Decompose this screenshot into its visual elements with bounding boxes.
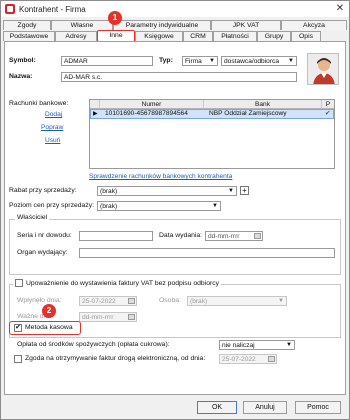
row-numer: 10101690-45678987894564: [105, 110, 188, 117]
oplata-cukrowa-label: Opłata od środków spożywczych (opłata cu…: [17, 341, 170, 348]
chevron-down-icon: ▼: [286, 342, 292, 348]
tab-akcyza[interactable]: Akcyza: [281, 20, 347, 30]
calendar-icon: [128, 298, 135, 304]
tab-crm[interactable]: CRM: [183, 31, 213, 41]
osoba-dropdown: (brak) ▼: [187, 296, 287, 306]
calendar-icon[interactable]: [254, 233, 261, 239]
tab-parametry-indywidualne[interactable]: Parametry indywidualne: [113, 20, 211, 30]
tab-zgody[interactable]: Zgody: [3, 20, 51, 30]
zgoda-efaktury-date-value: 25-07-2022: [222, 356, 256, 363]
zgoda-efaktury-date-field: 25-07-2022: [219, 354, 277, 364]
data-wydania-field[interactable]: dd-mm-rrrr: [205, 231, 263, 241]
row-p-check-icon: ✔: [325, 110, 331, 117]
table-header-bank[interactable]: Bank: [204, 100, 322, 109]
poziom-cen-label: Poziom cen przy sprzedaży:: [9, 202, 94, 209]
tab-wlasne[interactable]: Własne: [51, 20, 113, 30]
tab-ksiegowe[interactable]: Księgowe: [135, 31, 183, 41]
annotation-badge-2: 2: [42, 304, 56, 318]
tab-panel-inne: Symbol: ADMAR Typ: Firma ▼ dostawca/odbi…: [4, 41, 346, 395]
wazne-do-field: dd-mm-rrrr: [79, 312, 137, 322]
calendar-icon: [268, 356, 275, 362]
table-row[interactable]: ▶ 10101690-45678987894564 NBP Oddział Za…: [90, 109, 334, 119]
osoba-label: Osoba:: [159, 297, 181, 304]
verify-bank-accounts-link[interactable]: Sprawdzenie rachunków bankowych kontrahe…: [89, 173, 232, 180]
nazwa-label: Nazwa:: [9, 73, 33, 80]
close-button[interactable]: ✕: [333, 2, 347, 15]
tab-platnosci[interactable]: Płatności: [213, 31, 257, 41]
app-icon: [5, 4, 15, 14]
typ-dropdown[interactable]: Firma ▼: [182, 56, 218, 66]
metoda-kasowa-checkbox[interactable]: ✔: [14, 324, 22, 332]
person-icon: [308, 54, 338, 84]
chevron-down-icon: ▼: [278, 298, 284, 304]
row-bank: NBP Oddział Zamiejscowy: [209, 110, 287, 117]
zgoda-efaktury-label: Zgoda na otrzymywanie faktur drogą elekt…: [25, 355, 206, 362]
bank-add-link[interactable]: Dodaj: [45, 111, 62, 118]
owner-group: [9, 219, 341, 275]
owner-group-title: Właściciel: [15, 214, 50, 221]
bank-accounts-label: Rachunki bankowe:: [9, 100, 69, 107]
zgoda-efaktury-checkbox[interactable]: [14, 355, 22, 363]
organ-label: Organ wydający:: [17, 249, 68, 256]
authorization-label: Upoważnienie do wystawienia faktury VAT …: [26, 279, 220, 287]
cancel-button[interactable]: Anuluj: [243, 401, 287, 414]
osoba-value: (brak): [190, 298, 208, 305]
rabat-label: Rabat przy sprzedaży:: [9, 187, 77, 194]
poziom-cen-dropdown[interactable]: (brak) ▼: [97, 201, 221, 211]
data-wydania-label: Data wydania:: [159, 232, 203, 239]
tab-row-top: Zgody Własne Parametry indywidualne JPK …: [3, 20, 347, 31]
annotation-badge-1: 1: [108, 11, 122, 25]
typ-value: Firma: [185, 58, 202, 65]
tab-grupy[interactable]: Grupy: [257, 31, 291, 41]
title-bar: Kontrahent - Firma ✕: [1, 1, 349, 17]
typ-label: Typ:: [159, 57, 173, 64]
seria-field[interactable]: [79, 231, 153, 241]
data-wydania-value: dd-mm-rrrr: [208, 233, 240, 240]
contractor-window: Kontrahent - Firma ✕ Zgody Własne Parame…: [0, 0, 350, 420]
chevron-down-icon: ▼: [212, 203, 218, 209]
poziom-cen-value: (brak): [100, 203, 118, 210]
calendar-icon: [128, 314, 135, 320]
organ-field[interactable]: [79, 248, 335, 258]
bank-accounts-table[interactable]: Numer Bank P ▶ 10101690-45678987894564 N…: [89, 99, 335, 169]
rabat-dropdown[interactable]: (brak) ▼: [97, 186, 237, 196]
seria-label: Seria i nr dowodu:: [17, 232, 72, 239]
rabat-value: (brak): [100, 188, 118, 195]
typ-role-dropdown[interactable]: dostawca/odbiorca ▼: [221, 56, 297, 66]
bank-delete-link[interactable]: Usuń: [45, 137, 60, 144]
add-rabat-button[interactable]: +: [240, 186, 249, 195]
authorization-group-title: Upoważnienie do wystawienia faktury VAT …: [13, 279, 222, 287]
chevron-down-icon: ▼: [209, 58, 215, 64]
authorization-checkbox[interactable]: [15, 279, 23, 287]
tab-podstawowe[interactable]: Podstawowe: [3, 31, 55, 41]
wazne-do-value: dd-mm-rrrr: [82, 314, 114, 321]
table-header-p[interactable]: P: [322, 100, 334, 109]
chevron-down-icon: ▼: [288, 58, 294, 64]
tab-opis[interactable]: Opis: [291, 31, 321, 41]
table-header-numer[interactable]: Numer: [100, 100, 204, 109]
row-pointer-icon: ▶: [93, 111, 98, 117]
metoda-kasowa-label: Metoda kasowa: [25, 324, 73, 331]
help-button[interactable]: Pomoc: [295, 401, 341, 414]
table-header-indicator: [90, 100, 100, 109]
bank-edit-link[interactable]: Popraw: [41, 124, 63, 131]
oplata-cukrowa-value: nie naliczaj: [222, 342, 255, 349]
chevron-down-icon: ▼: [228, 188, 234, 194]
wplynelo-field: 25-07-2022: [79, 296, 137, 306]
avatar: [307, 53, 339, 85]
nazwa-field[interactable]: AD-MAR s.c.: [61, 72, 297, 82]
symbol-label: Symbol:: [9, 57, 36, 64]
ok-button[interactable]: OK: [197, 401, 237, 414]
symbol-field[interactable]: ADMAR: [61, 56, 153, 66]
typ-role-value: dostawca/odbiorca: [224, 58, 279, 65]
wplynelo-value: 25-07-2022: [82, 298, 116, 305]
tab-adresy[interactable]: Adresy: [55, 31, 97, 41]
tab-jpk-vat[interactable]: JPK VAT: [211, 20, 281, 30]
window-title: Kontrahent - Firma: [19, 4, 86, 14]
wplynelo-label: Wpłynęło dnia:: [17, 297, 62, 304]
oplata-cukrowa-dropdown[interactable]: nie naliczaj ▼: [219, 340, 295, 350]
